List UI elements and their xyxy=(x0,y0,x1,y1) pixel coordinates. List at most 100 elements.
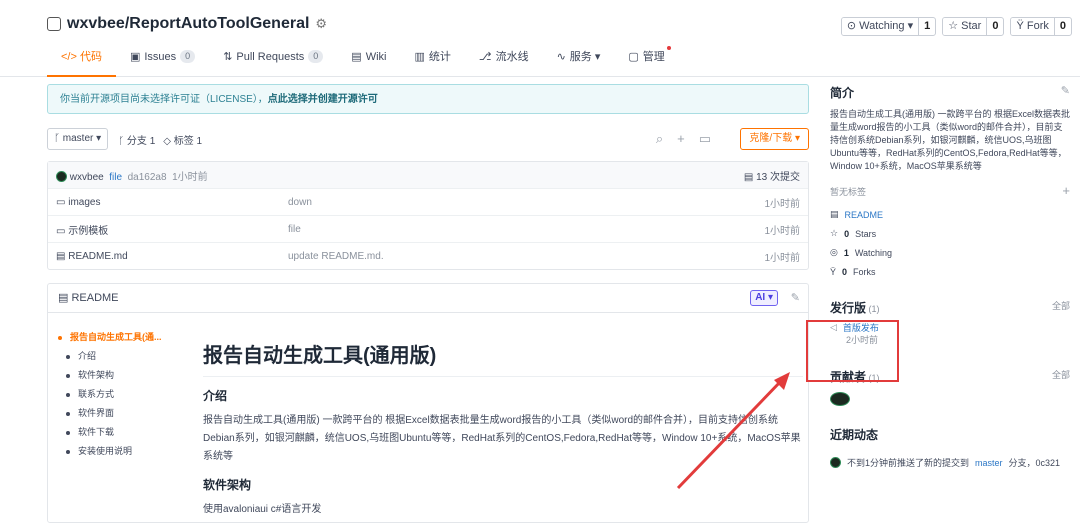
repo-actions: ⊙ Watching ▾ 1 ☆ Star 0 Ÿ Fork 0 xyxy=(840,17,1072,36)
repo-title[interactable]: wxvbee/ReportAutoToolGeneral ⚙ xyxy=(47,15,327,33)
readme-icon: ▤ xyxy=(830,209,839,219)
commit-icon: ▤ xyxy=(743,171,757,183)
all-contributors-link[interactable]: 全部 xyxy=(1052,368,1070,381)
toc-item[interactable]: 安装使用说明 xyxy=(58,442,162,461)
tag-icon: ◇ xyxy=(163,135,174,147)
search-icon[interactable]: ⌕ xyxy=(656,131,663,147)
file-name[interactable]: 示例模板 xyxy=(68,226,108,237)
fork-button[interactable]: Ÿ Fork 0 xyxy=(1010,17,1072,36)
table-row[interactable]: ▭ images down 1小时前 xyxy=(48,188,808,215)
file-commit-message[interactable]: down xyxy=(288,197,312,208)
toc-item[interactable]: 软件架构 xyxy=(58,366,162,385)
branch-select[interactable]: ᚴ master ▾ xyxy=(47,128,109,150)
plus-icon[interactable]: + xyxy=(677,131,685,147)
manage-icon: ▢ xyxy=(628,51,639,63)
toc-item[interactable]: 软件下载 xyxy=(58,423,162,442)
readme-toc: 报告自动生成工具(通... 介绍 软件架构 联系方式 软件界面 软件下载 安装使… xyxy=(58,328,162,461)
tab-pipeline[interactable]: ⎇ 流水线 xyxy=(465,48,543,75)
forks-link[interactable]: Ÿ 0 Forks xyxy=(830,262,1070,281)
star-icon: ☆ xyxy=(830,228,839,238)
highlight-box xyxy=(806,320,899,382)
avatar[interactable] xyxy=(56,171,67,183)
avatar[interactable] xyxy=(830,457,841,468)
settings-badge-icon: ⚙ xyxy=(315,16,328,31)
sidebar: 简介 ✎ 报告自动生成工具(通用版) 一款跨平台的 根据Excel数据表批量生成… xyxy=(830,84,1070,472)
issues-icon: ▣ xyxy=(129,51,141,63)
file-name[interactable]: images xyxy=(68,197,100,208)
repo-icon xyxy=(47,17,61,31)
toc-item[interactable]: 软件界面 xyxy=(58,404,162,423)
add-tag-icon[interactable]: + xyxy=(1062,183,1070,198)
release-count: (1) xyxy=(868,304,880,314)
commit-time: 1小时前 xyxy=(172,171,208,183)
pull-request-icon: ⇅ xyxy=(223,51,233,63)
file-icon: ▤ xyxy=(56,250,69,262)
commit-message[interactable]: file xyxy=(109,172,122,183)
tab-manage[interactable]: ▢ 管理 xyxy=(614,46,684,75)
file-time: 1小时前 xyxy=(764,252,800,264)
file-time: 1小时前 xyxy=(764,198,800,210)
tab-services[interactable]: ∿ 服务 ▾ xyxy=(543,48,615,75)
file-commit-message[interactable]: update README.md. xyxy=(288,251,384,262)
repo-name[interactable]: wxvbee/ReportAutoToolGeneral xyxy=(67,15,309,33)
tab-pull-requests[interactable]: ⇅ Pull Requests 0 xyxy=(209,48,337,75)
activity-item: 不到1分钟前推送了新的提交到 master 分支，0c321 xyxy=(830,453,1070,472)
watch-button[interactable]: ⊙ Watching ▾ 1 xyxy=(840,17,937,36)
edit-icon[interactable]: ✎ xyxy=(791,284,800,312)
folder-icon: ▭ xyxy=(56,196,69,208)
activity-title: 近期动态 xyxy=(830,428,879,442)
desktop-icon[interactable]: ▭ xyxy=(699,131,711,147)
commit-author[interactable]: wxvbee xyxy=(70,172,104,183)
tab-stats[interactable]: ▥ 统计 xyxy=(400,48,464,75)
clone-download-button[interactable]: 克隆/下载 ▾ xyxy=(740,128,809,150)
branch-bar: ᚴ master ▾ ᚴ 分支 1 ◇ 标签 1 ⌕ + ▭ 克隆/下载 ▾ xyxy=(47,128,809,150)
wiki-icon: ▤ xyxy=(351,51,362,63)
readme-icon: ▤ xyxy=(58,292,72,304)
no-tags-label: 暂无标签 xyxy=(830,187,867,197)
file-commit-message[interactable]: file xyxy=(288,224,301,235)
tab-issues[interactable]: ▣ Issues 0 xyxy=(116,48,209,75)
star-button[interactable]: ☆ Star 0 xyxy=(942,17,1005,36)
all-releases-link[interactable]: 全部 xyxy=(1052,299,1070,312)
intro-title: 简介 xyxy=(830,86,855,100)
readme-header: ▤ README AI ▾ ✎ xyxy=(48,284,808,313)
edit-icon[interactable]: ✎ xyxy=(1061,84,1070,97)
readme-link[interactable]: ▤ README xyxy=(830,205,1070,224)
watching-link[interactable]: ◎ 1 Watching xyxy=(830,243,1070,262)
notification-dot xyxy=(666,46,671,50)
readme-title: README xyxy=(71,292,119,304)
tags-link[interactable]: ◇ 标签 1 xyxy=(163,132,202,147)
license-notice: 你当前开源项目尚未选择许可证（LICENSE），点此选择并创建开源许可 xyxy=(47,84,809,114)
branch-link[interactable]: master xyxy=(975,458,1003,468)
commit-count[interactable]: ▤ 13 次提交 xyxy=(744,168,800,183)
pipeline-icon: ⎇ xyxy=(478,51,492,63)
create-license-link[interactable]: 点此选择并创建开源许可 xyxy=(268,94,378,105)
avatar[interactable] xyxy=(830,392,850,406)
stars-link[interactable]: ☆ 0 Stars xyxy=(830,224,1070,243)
toc-item[interactable]: 联系方式 xyxy=(58,385,162,404)
annotation-arrow xyxy=(676,372,790,490)
intro-description: 报告自动生成工具(通用版) 一款跨平台的 根据Excel数据表批量生成word报… xyxy=(830,109,1071,171)
toc-item[interactable]: 介绍 xyxy=(58,347,162,366)
tab-code[interactable]: </> 代码 xyxy=(47,48,116,77)
arch-text: 使用avaloniaui c#语言开发 xyxy=(203,504,322,515)
eye-icon: ◎ xyxy=(830,247,838,257)
repo-header: wxvbee/ReportAutoToolGeneral ⚙ ⊙ Watchin… xyxy=(0,0,1080,77)
folder-icon: ▭ xyxy=(56,225,69,237)
commit-hash[interactable]: da162a8 xyxy=(128,172,167,183)
branches-link[interactable]: ᚴ 分支 1 xyxy=(118,132,155,147)
file-name[interactable]: README.md xyxy=(68,251,127,262)
tab-wiki[interactable]: ▤ Wiki xyxy=(337,48,400,75)
ai-button[interactable]: AI ▾ xyxy=(750,290,778,306)
services-icon: ∿ xyxy=(556,51,566,63)
file-time: 1小时前 xyxy=(764,225,800,237)
toc-item[interactable]: 报告自动生成工具(通... xyxy=(58,328,162,347)
release-title: 发行版 xyxy=(830,301,867,315)
branch-icon: ᚴ xyxy=(54,133,63,144)
table-row[interactable]: ▭ 示例模板 file 1小时前 xyxy=(48,215,808,242)
branch-tools: ⌕ + ▭ xyxy=(656,131,711,147)
branch-count-icon: ᚴ xyxy=(118,135,127,147)
fork-icon: Ÿ xyxy=(830,266,837,277)
stats-icon: ▥ xyxy=(414,51,425,63)
table-row[interactable]: ▤ README.md update README.md. 1小时前 xyxy=(48,242,808,269)
